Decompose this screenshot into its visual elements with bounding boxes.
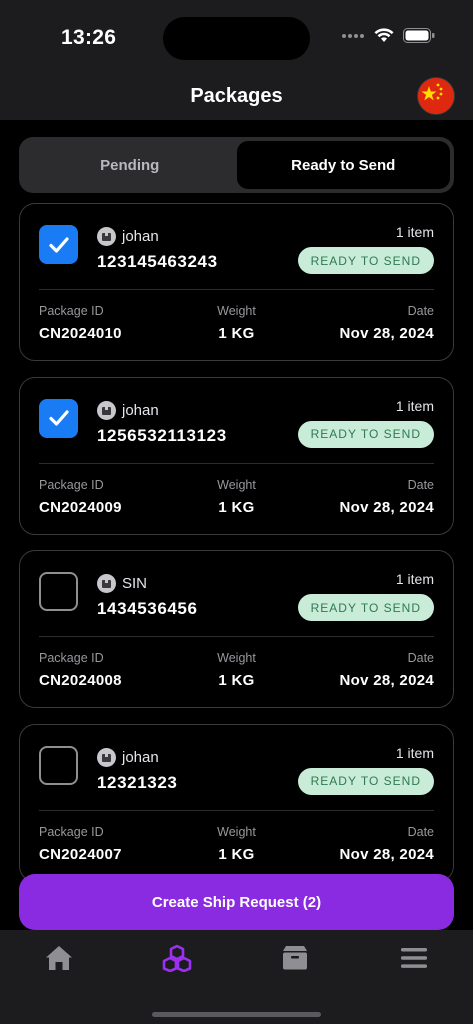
package-list: johan 123145463243 1 item READY TO SEND … <box>19 203 454 897</box>
battery-icon <box>403 28 435 43</box>
tracking-number: 123145463243 <box>97 252 218 271</box>
package-card[interactable]: johan 123145463243 1 item READY TO SEND … <box>19 203 454 361</box>
select-checkbox[interactable] <box>39 572 78 611</box>
status-segmented-control: Pending Ready to Send <box>19 137 454 193</box>
user-box-icon <box>97 227 116 246</box>
status-badge: READY TO SEND <box>297 247 434 274</box>
select-checkbox[interactable] <box>39 745 78 785</box>
home-indicator <box>152 1012 321 1017</box>
user-box-icon <box>97 574 116 593</box>
divider <box>39 462 434 464</box>
item-count: 1 item <box>395 224 434 240</box>
cellular-signal-icon <box>342 33 364 38</box>
item-count: 1 item <box>395 397 434 414</box>
page-title: Packages <box>190 85 283 107</box>
weight-label: Weight <box>217 651 256 665</box>
box-icon <box>283 946 307 970</box>
user-box-icon <box>97 400 116 420</box>
select-checkbox[interactable] <box>39 398 78 438</box>
date-label: Date <box>407 477 434 492</box>
tracking-number: 1256532113123 <box>97 425 227 445</box>
tracking-number: 12321323 <box>97 772 178 792</box>
date-label: Date <box>407 824 434 839</box>
item-count: 1 item <box>395 571 434 587</box>
date-value: Nov 28, 2024 <box>339 672 434 689</box>
divider <box>39 289 434 290</box>
tab-ready-to-send[interactable]: Ready to Send <box>236 141 450 189</box>
date-value: Nov 28, 2024 <box>339 325 434 342</box>
wifi-icon <box>374 28 394 42</box>
menu-icon <box>401 948 427 968</box>
item-count: 1 item <box>395 744 434 761</box>
weight-label: Weight <box>217 304 256 318</box>
tab-menu[interactable] <box>374 938 454 978</box>
status-badge: READY TO SEND <box>297 594 434 621</box>
weight-label: Weight <box>217 477 256 492</box>
dynamic-island <box>163 17 310 60</box>
package-card[interactable]: johan 12321323 1 item READY TO SEND Pack… <box>19 723 454 882</box>
date-label: Date <box>407 304 434 318</box>
package-owner: SIN <box>97 574 147 593</box>
checkmark-icon <box>48 410 69 426</box>
tab-shipments[interactable] <box>255 938 335 978</box>
tracking-number: 1434536456 <box>97 599 198 618</box>
checkmark-icon <box>48 236 69 253</box>
date-value: Nov 28, 2024 <box>339 845 434 863</box>
user-name: johan <box>122 228 159 245</box>
package-owner: johan <box>97 747 159 767</box>
status-bar: 13:26 <box>0 0 473 72</box>
user-name: johan <box>122 748 159 766</box>
nav-bar: Packages <box>0 72 473 120</box>
package-owner: johan <box>97 227 159 246</box>
tab-pending[interactable]: Pending <box>23 141 237 189</box>
tab-home[interactable] <box>19 938 99 978</box>
cubes-icon <box>162 944 192 972</box>
date-label: Date <box>407 651 434 665</box>
select-checkbox[interactable] <box>39 225 78 264</box>
user-box-icon <box>97 747 116 767</box>
china-flag-icon[interactable] <box>418 78 454 114</box>
home-icon <box>46 946 72 970</box>
tab-packages[interactable] <box>137 938 217 978</box>
create-ship-request-button[interactable]: Create Ship Request (2) <box>19 874 454 930</box>
user-name: johan <box>122 401 159 419</box>
status-time: 13:26 <box>61 26 117 49</box>
package-owner: johan <box>97 400 159 420</box>
user-name: SIN <box>122 575 148 592</box>
weight-label: Weight <box>217 824 256 839</box>
divider <box>39 809 434 811</box>
status-icons <box>341 28 435 43</box>
tab-bar <box>0 930 473 1024</box>
date-value: Nov 28, 2024 <box>339 498 434 516</box>
divider <box>39 636 434 637</box>
package-card[interactable]: johan 1256532113123 1 item READY TO SEND… <box>19 376 454 535</box>
package-card[interactable]: SIN 1434536456 1 item READY TO SEND Pack… <box>19 550 454 708</box>
status-badge: READY TO SEND <box>297 420 434 448</box>
status-badge: READY TO SEND <box>297 767 434 795</box>
